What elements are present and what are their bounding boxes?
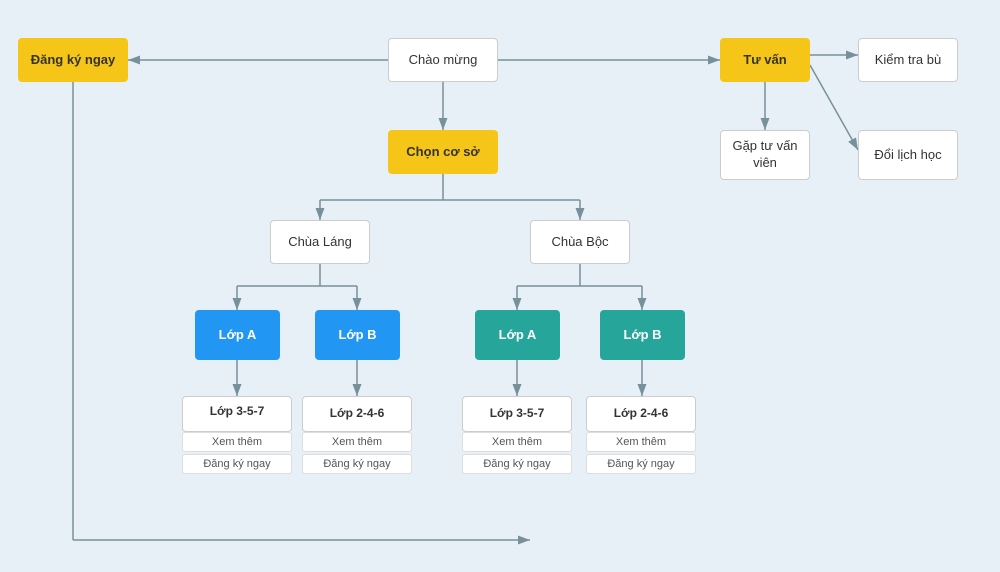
dang-ky-357-boc[interactable]: Đăng ký ngay [462,454,572,474]
doi-lich-hoc-node: Đổi lịch học [858,130,958,180]
lop-a-boc-node[interactable]: Lớp A [475,310,560,360]
lich-246-lang-node: Lớp 2-4-6 [302,396,412,432]
lop-a-lang-node[interactable]: Lớp A [195,310,280,360]
chua-lang-node: Chùa Láng [270,220,370,264]
lop-b-lang-node[interactable]: Lớp B [315,310,400,360]
actions-357-boc: Xem thêm Đăng ký ngay [462,432,572,474]
lop-b-boc-node[interactable]: Lớp B [600,310,685,360]
actions-246-boc: Xem thêm Đăng ký ngay [586,432,696,474]
chao-mung-node: Chào mừng [388,38,498,82]
gap-tu-van-vien-node: Gặp tư vấn viên [720,130,810,180]
chua-boc-node: Chùa Bộc [530,220,630,264]
chon-co-so-node[interactable]: Chọn cơ sở [388,130,498,174]
lich-357-boc-node: Lớp 3-5-7 [462,396,572,432]
dang-ky-246-boc[interactable]: Đăng ký ngay [586,454,696,474]
dang-ky-246-lang[interactable]: Đăng ký ngay [302,454,412,474]
tu-van-node[interactable]: Tư vấn [720,38,810,82]
dang-ky-ngay-top-node[interactable]: Đăng ký ngay [18,38,128,82]
xem-them-246-boc[interactable]: Xem thêm [586,432,696,452]
lich-246-boc-node: Lớp 2-4-6 [586,396,696,432]
xem-them-357-boc[interactable]: Xem thêm [462,432,572,452]
actions-357-lang: Xem thêm Đăng ký ngay [182,432,292,474]
connector-lines [0,0,1000,572]
kiem-tra-bu-node: Kiểm tra bù [858,38,958,82]
xem-them-246-lang[interactable]: Xem thêm [302,432,412,452]
diagram-container: Chào mừng Đăng ký ngay Tư vấn Kiểm tra b… [0,0,1000,572]
dang-ky-357-lang[interactable]: Đăng ký ngay [182,454,292,474]
actions-246-lang: Xem thêm Đăng ký ngay [302,432,412,474]
xem-them-357-lang[interactable]: Xem thêm [182,432,292,452]
lich-357-lang-node: Lớp 3-5-7 [182,396,292,432]
